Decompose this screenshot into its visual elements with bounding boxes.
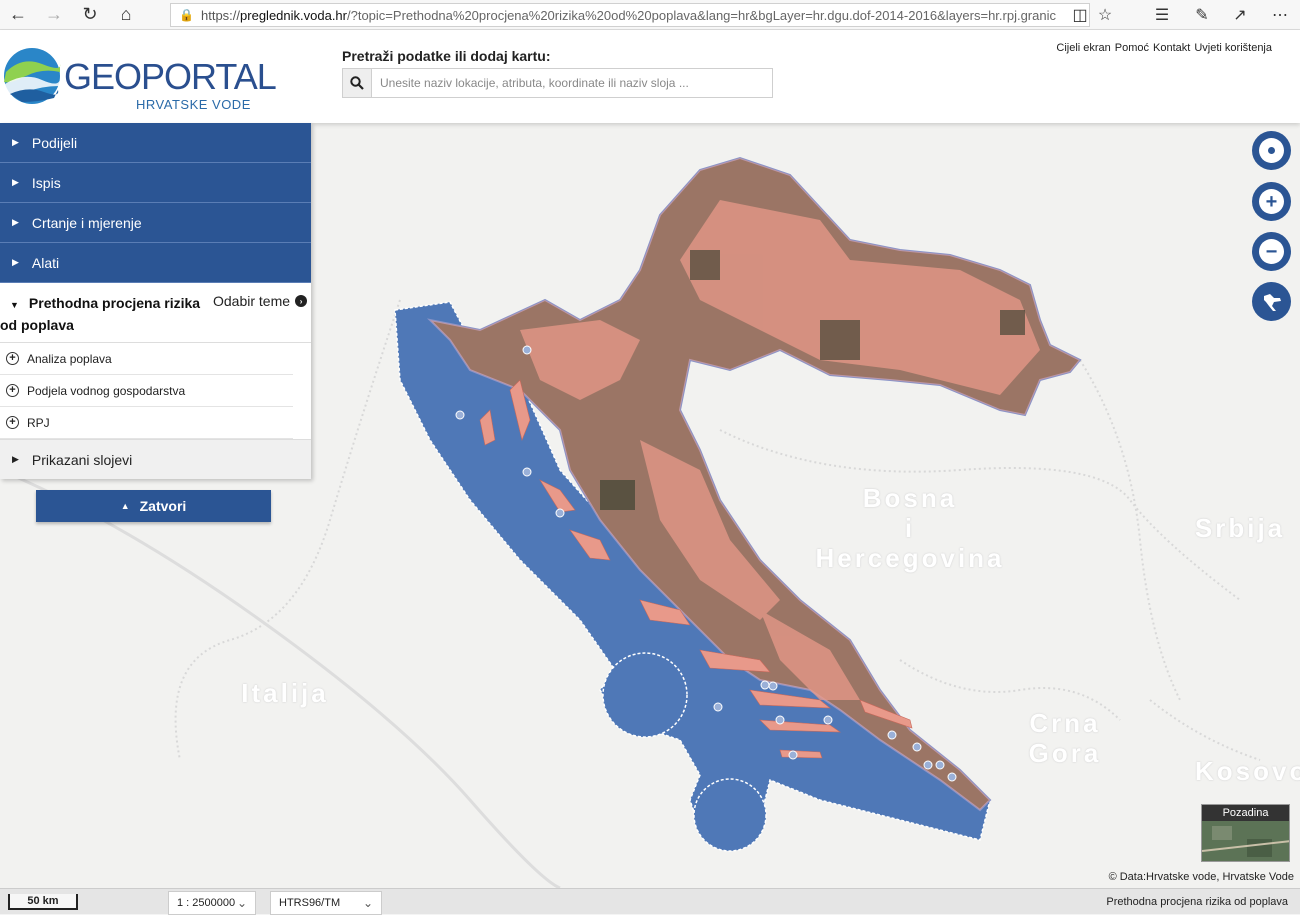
menu-share[interactable]: ▶ Podijeli	[0, 123, 311, 163]
search-box	[342, 68, 773, 98]
label-crna-gora: Crna Gora	[1028, 708, 1102, 768]
footer-topic: Prethodna procjena rizika od poplava	[1106, 896, 1288, 908]
label-srbija: Srbija	[1194, 513, 1286, 543]
choose-topic-link[interactable]: Odabir teme ›	[213, 293, 308, 309]
caret-down-icon: ▼	[10, 300, 19, 310]
help-link[interactable]: Pomoć	[1115, 42, 1149, 54]
croatia-shape-icon	[1263, 293, 1281, 311]
target-icon	[1259, 138, 1284, 163]
pen-icon[interactable]: ✎	[1184, 0, 1220, 30]
zoom-extent-button[interactable]	[1252, 282, 1291, 321]
scale-bar: 50 km	[8, 894, 78, 910]
search-icon[interactable]	[343, 69, 372, 97]
side-panel: ▶ Podijeli ▶ Ispis ▶ Crtanje i mjerenje …	[0, 123, 311, 479]
browser-toolbar: ← → ↻ ⌂ 🔒 https://preglednik.voda.hr/?to…	[0, 0, 1300, 30]
menu-print-label: Ispis	[31, 174, 61, 191]
caret-right-icon: ▶	[12, 217, 19, 227]
attribution: © Data:Hrvatske vode, Hrvatske Vode	[1109, 871, 1294, 883]
forward-icon[interactable]: →	[36, 0, 72, 30]
logo-wordmark: GEOPORTAL	[64, 56, 277, 97]
background-label: Pozadina	[1202, 805, 1289, 821]
label-bosna-text: Bosna i Hercegovina	[815, 483, 1005, 573]
favorites-list-icon[interactable]: ☰	[1144, 0, 1180, 30]
choose-topic-label: Odabir teme	[213, 293, 291, 309]
search-input[interactable]	[372, 69, 772, 97]
zoom-out-button[interactable]: −	[1252, 232, 1291, 271]
menu-tools[interactable]: ▶ Alati	[0, 243, 311, 283]
chevron-down-icon: ⌄	[362, 896, 373, 910]
logo-subtitle: HRVATSKE VODE	[136, 97, 251, 112]
caret-right-icon: ▶	[12, 177, 19, 187]
lock-icon: 🔒	[179, 8, 194, 22]
home-icon[interactable]: ⌂	[108, 0, 144, 30]
locate-button[interactable]	[1252, 131, 1291, 170]
layer-item-rpj[interactable]: + RPJ	[0, 407, 293, 439]
shown-layers-label: Prikazani slojevi	[31, 451, 133, 468]
plus-icon[interactable]: +	[6, 384, 19, 397]
layer-item-analiza[interactable]: + Analiza poplava	[0, 343, 293, 375]
projection-select[interactable]: HTRS96/TM ⌄	[270, 891, 382, 915]
menu-draw-measure[interactable]: ▶ Crtanje i mjerenje	[0, 203, 311, 243]
topic-title-text: Prethodna procjena rizika od poplava	[0, 295, 201, 333]
site-header: GEOPORTAL HRVATSKE VODE Pretraži podatke…	[0, 30, 1300, 123]
layer-label: Podjela vodnog gospodarstva	[27, 383, 186, 398]
share-icon[interactable]: ↗	[1222, 0, 1258, 30]
search-label: Pretraži podatke ili dodaj kartu:	[342, 48, 551, 64]
menu-print[interactable]: ▶ Ispis	[0, 163, 311, 203]
plus-icon: +	[1259, 189, 1284, 214]
projection-value: HTRS96/TM	[279, 897, 341, 909]
caret-right-icon: ▶	[12, 454, 19, 464]
logo-swirl-icon	[4, 48, 61, 104]
chevron-down-icon: ⌄	[236, 896, 247, 910]
background-thumbnail	[1202, 821, 1289, 861]
shown-layers-toggle[interactable]: ▶ Prikazani slojevi	[0, 439, 311, 479]
menu-tools-label: Alati	[31, 254, 60, 271]
caret-right-icon: ▶	[12, 257, 19, 267]
contact-link[interactable]: Kontakt	[1153, 42, 1190, 54]
scale-value: 1 : 2500000	[177, 897, 236, 909]
status-bar: 50 km 1 : 2500000 ⌄ HTRS96/TM ⌄ Prethodn…	[0, 888, 1300, 915]
fullscreen-link[interactable]: Cijeli ekran	[1056, 42, 1110, 54]
url-domain: preglednik.voda.hr	[240, 7, 347, 23]
topic-title[interactable]: ▼ Prethodna procjena rizika od poplava	[0, 293, 210, 335]
menu-share-label: Podijeli	[31, 134, 78, 151]
close-panel-button[interactable]: ▲ Zatvori	[36, 490, 271, 522]
menu-draw-measure-label: Crtanje i mjerenje	[31, 214, 142, 231]
scale-select[interactable]: 1 : 2500000 ⌄	[168, 891, 256, 915]
plus-icon[interactable]: +	[6, 352, 19, 365]
background-switcher[interactable]: Pozadina	[1201, 804, 1290, 862]
caret-up-icon: ▲	[120, 501, 130, 511]
plus-icon[interactable]: +	[6, 416, 19, 429]
caret-right-icon: ▶	[12, 137, 19, 147]
refresh-icon[interactable]: ↻	[72, 0, 108, 30]
label-bosna: Bosna i Hercegovina	[810, 483, 1010, 573]
url-rest: /?topic=Prethodna%20procjena%20rizika%20…	[347, 7, 1056, 23]
more-icon[interactable]: ⋯	[1262, 0, 1298, 30]
url-prefix: https://	[201, 7, 241, 23]
minus-icon: −	[1259, 239, 1284, 264]
label-italija: Italija	[241, 678, 329, 708]
terms-link[interactable]: Uvjeti korištenja	[1194, 42, 1272, 54]
close-panel-label: Zatvori	[139, 498, 187, 514]
favorite-star-icon[interactable]: ☆	[1087, 0, 1123, 30]
attribution-link[interactable]: Hrvatske vode, Hrvatske Vode	[1146, 871, 1294, 883]
layer-label: Analiza poplava	[27, 351, 112, 366]
zoom-in-button[interactable]: +	[1252, 182, 1291, 221]
geoportal-logo[interactable]: GEOPORTAL HRVATSKE VODE	[2, 42, 277, 112]
attribution-prefix: © Data:	[1108, 871, 1147, 883]
address-bar[interactable]: 🔒 https://preglednik.voda.hr/?topic=Pret…	[170, 3, 1090, 27]
layer-label: RPJ	[27, 415, 50, 430]
top-links: Cijeli ekran Pomoć Kontakt Uvjeti korišt…	[1056, 42, 1272, 54]
topic-section: ▼ Prethodna procjena rizika od poplava Od…	[0, 283, 311, 343]
layer-item-podjela[interactable]: + Podjela vodnog gospodarstva	[0, 375, 293, 407]
chevron-right-icon: ›	[295, 295, 308, 307]
back-icon[interactable]: ←	[0, 0, 36, 30]
label-kosovo: Kosovo	[1195, 756, 1300, 786]
